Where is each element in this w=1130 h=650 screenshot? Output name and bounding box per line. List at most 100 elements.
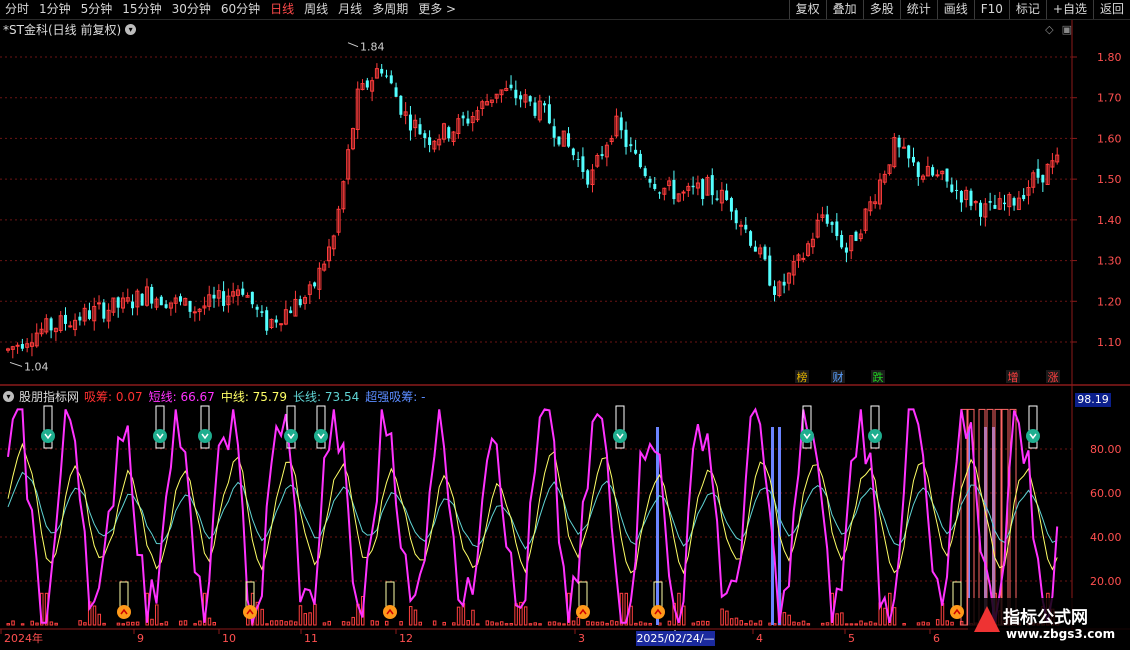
candle-body xyxy=(571,148,575,156)
time-label-4: 12 xyxy=(399,632,413,645)
candle-body xyxy=(423,133,427,139)
absorb-bar xyxy=(844,623,849,626)
time-label-7: 4 xyxy=(756,632,763,645)
short-line xyxy=(7,407,1059,627)
absorb-bar xyxy=(648,622,652,626)
absorb-bar xyxy=(274,620,279,626)
candle-body xyxy=(428,137,432,146)
candle-body xyxy=(87,310,91,319)
indicator-item-0: 吸筹: 0.07 xyxy=(84,390,143,404)
candle-body xyxy=(854,231,858,241)
candle-body xyxy=(289,310,293,314)
event-tag-3: 增 xyxy=(1008,370,1019,384)
kline-chart[interactable]: 1.80 1.70 1.60 1.50 1.40 1.30 1.20 1.10 80.00 60.… xyxy=(0,0,1130,650)
absorb-bar xyxy=(284,621,288,626)
absorb-bar xyxy=(734,617,739,626)
candle-body xyxy=(49,318,53,331)
absorb-bar xyxy=(78,620,82,626)
absorb-bar xyxy=(150,618,154,626)
candle-body xyxy=(681,191,686,194)
candle-body xyxy=(763,246,767,260)
absorb-bar xyxy=(806,623,811,626)
time-label-0: 2024年 xyxy=(4,631,43,645)
absorb-bar xyxy=(432,620,437,626)
candle-body xyxy=(260,311,264,313)
absorb-bar xyxy=(782,612,787,626)
absorb-bar xyxy=(859,620,863,626)
absorb-bar xyxy=(868,621,873,626)
absorb-bar xyxy=(270,620,274,626)
candle-body xyxy=(835,221,839,236)
absorb-bar xyxy=(792,621,796,626)
absorb-bar xyxy=(883,607,887,626)
absorb-bar xyxy=(54,622,58,626)
indicator-menu-icon[interactable]: ▾ xyxy=(3,391,14,402)
candle-body xyxy=(298,299,302,306)
price-label-0: 1.80 xyxy=(1097,51,1122,64)
absorb-bar xyxy=(322,622,327,626)
absorb-bar xyxy=(892,607,897,626)
candle-body xyxy=(313,282,317,287)
price-label-6: 1.20 xyxy=(1097,295,1122,308)
candle-body xyxy=(1041,174,1045,183)
absorb-bar xyxy=(744,623,748,626)
absorb-bar xyxy=(116,622,121,626)
indicator-item-4: 超强吸筹: - xyxy=(365,390,426,404)
candle-body xyxy=(901,146,906,149)
absorb-bar xyxy=(749,620,753,626)
watermark-logo-icon xyxy=(974,606,1000,632)
absorb-bar xyxy=(30,620,34,626)
price-label-3: 1.50 xyxy=(1097,173,1122,186)
sell-signal-icon xyxy=(314,429,328,443)
indicator-item-1: 短线: 66.67 xyxy=(148,390,215,404)
absorb-bar xyxy=(20,623,25,626)
absorb-bar xyxy=(557,622,561,626)
indicator-header: ▾ 股朋指标网 吸筹: 0.07 短线: 66.67 中线: 75.79 长线: 73… xyxy=(3,388,425,405)
candle-body xyxy=(447,127,451,139)
candle-body xyxy=(116,297,120,308)
candle-body xyxy=(715,198,719,200)
absorb-bar xyxy=(418,621,423,626)
absorb-bar xyxy=(485,620,490,626)
watermark-title: 指标公式网 xyxy=(1003,608,1088,628)
absorb-bar xyxy=(476,623,480,626)
event-tag-2: 跌 xyxy=(873,370,884,384)
absorb-bar xyxy=(6,623,10,626)
candle-body xyxy=(255,306,259,310)
absorb-bar xyxy=(729,618,734,626)
event-tag-4: 涨 xyxy=(1048,371,1059,384)
candle-body xyxy=(150,286,154,304)
candle-body xyxy=(20,343,24,349)
absorb-bar xyxy=(121,623,125,626)
candle-body xyxy=(643,168,647,176)
candle-body xyxy=(959,191,963,203)
absorb-bar xyxy=(643,622,648,626)
candle-body xyxy=(365,80,369,88)
candle-body xyxy=(600,154,604,156)
absorb-bar xyxy=(610,620,614,626)
absorb-bar xyxy=(164,621,169,626)
candle-body xyxy=(418,124,422,135)
absorb-bar xyxy=(873,622,878,626)
candle-body xyxy=(916,162,920,177)
candle-body xyxy=(140,293,144,306)
absorb-bar xyxy=(413,609,418,626)
absorb-bar xyxy=(864,622,868,626)
absorb-bar xyxy=(198,620,202,626)
candle-body xyxy=(897,137,901,148)
buy-signal-icon xyxy=(383,605,397,619)
buy-signal-icon xyxy=(243,605,257,619)
cursor-date: 2025/02/24/— xyxy=(636,631,715,646)
strong-absorb-bar xyxy=(656,427,659,625)
strong-absorb-outline xyxy=(960,408,968,626)
low-marker-line xyxy=(9,361,23,367)
sell-signal-icon xyxy=(153,429,167,443)
candle-body xyxy=(399,95,403,115)
event-tag-0: 榜 xyxy=(797,370,808,384)
absorb-bar xyxy=(509,622,514,626)
indicator-axis-label-3: 20.00 xyxy=(1090,575,1122,588)
absorb-bar xyxy=(298,605,303,626)
candle-body xyxy=(408,114,412,131)
candle-body xyxy=(250,291,254,305)
absorb-bar xyxy=(605,622,609,626)
